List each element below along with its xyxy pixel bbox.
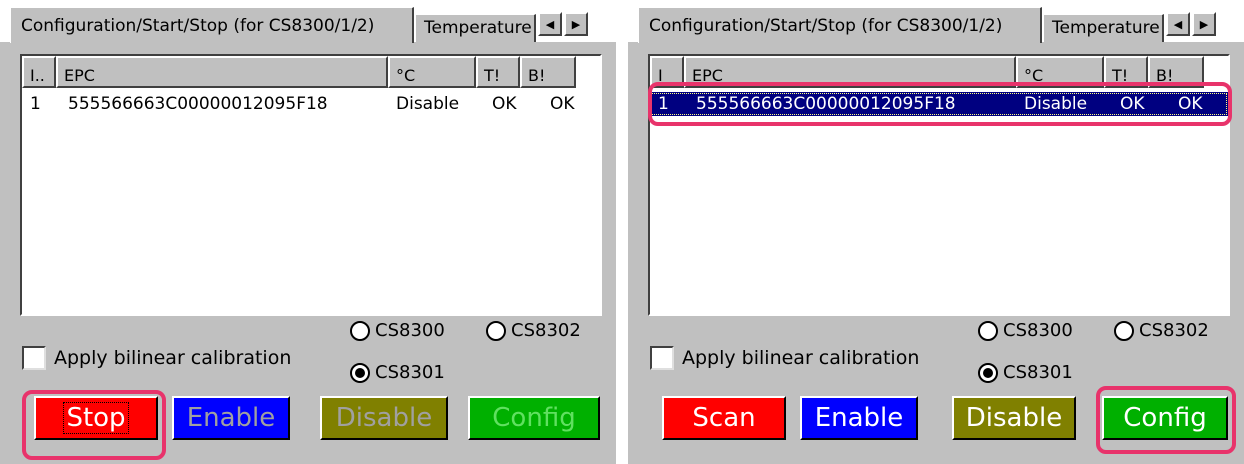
bilinear-calibration-checkbox[interactable]: Apply bilinear calibration bbox=[650, 346, 919, 370]
radio-label: CS8302 bbox=[511, 320, 581, 341]
row-epc: 555566663C00000012095F18 bbox=[696, 94, 956, 114]
tab-scroll-arrows: ◀ ▶ bbox=[1166, 12, 1216, 36]
row-t-status: OK bbox=[492, 94, 517, 114]
radio-label: CS8300 bbox=[375, 320, 445, 341]
row-index: 1 bbox=[30, 94, 41, 114]
checkbox-label: Apply bilinear calibration bbox=[682, 347, 920, 369]
radio-cs8301[interactable]: CS8301 bbox=[978, 362, 1073, 383]
radio-cs8302[interactable]: CS8302 bbox=[1114, 320, 1209, 341]
list-header: I EPC °C T! B! bbox=[650, 56, 1228, 88]
radio-label: CS8300 bbox=[1003, 320, 1073, 341]
tab-scroll-arrows: ◀ ▶ bbox=[538, 12, 588, 36]
tab-scroll-left-icon[interactable]: ◀ bbox=[538, 12, 562, 36]
row-temperature: Disable bbox=[1024, 94, 1088, 114]
right-panel: Configuration/Start/Stop (for CS8300/1/2… bbox=[628, 0, 1244, 464]
tag-list[interactable]: I EPC °C T! B! 1 555566663C00000012095F1… bbox=[648, 54, 1230, 316]
disable-button[interactable]: Disable bbox=[952, 396, 1076, 440]
tab-scroll-right-icon[interactable]: ▶ bbox=[1192, 12, 1216, 36]
left-panel: Configuration/Start/Stop (for CS8300/1/2… bbox=[0, 0, 616, 464]
disable-button[interactable]: Disable bbox=[320, 396, 448, 440]
radio-circle-icon bbox=[350, 320, 370, 341]
tab-scroll-right-icon[interactable]: ▶ bbox=[564, 12, 588, 36]
row-index: 1 bbox=[658, 94, 669, 114]
list-item-selected[interactable]: 1 555566663C00000012095F18 Disable OK OK bbox=[650, 92, 1228, 116]
tab-scroll-left-icon[interactable]: ◀ bbox=[1166, 12, 1190, 36]
checkbox-box-icon bbox=[650, 346, 674, 370]
stop-button[interactable]: Stop bbox=[34, 396, 158, 440]
list-header: I.. EPC °C T! B! bbox=[22, 56, 600, 88]
radio-circle-icon bbox=[1114, 320, 1134, 341]
config-button[interactable]: Config bbox=[1102, 396, 1228, 440]
radio-label: CS8301 bbox=[375, 362, 445, 383]
enable-button[interactable]: Enable bbox=[172, 396, 290, 440]
bilinear-calibration-checkbox[interactable]: Apply bilinear calibration bbox=[22, 346, 291, 370]
row-temperature: Disable bbox=[396, 94, 460, 114]
radio-label: CS8302 bbox=[1139, 320, 1209, 341]
column-header-temperature[interactable]: °C bbox=[388, 56, 476, 88]
radio-circle-icon bbox=[486, 320, 506, 341]
column-header-epc[interactable]: EPC bbox=[684, 56, 1016, 88]
column-header-temperature[interactable]: °C bbox=[1016, 56, 1104, 88]
list-item[interactable]: 1 555566663C00000012095F18 Disable OK OK bbox=[22, 92, 600, 116]
column-header-index[interactable]: I bbox=[650, 56, 684, 88]
tab-temperature[interactable]: Temperature bbox=[416, 14, 536, 42]
radio-cs8302[interactable]: CS8302 bbox=[486, 320, 581, 341]
column-header-t[interactable]: T! bbox=[476, 56, 520, 88]
radio-circle-icon bbox=[978, 320, 998, 341]
radio-checked-icon bbox=[978, 362, 998, 383]
radio-cs8300[interactable]: CS8300 bbox=[350, 320, 445, 341]
row-epc: 555566663C00000012095F18 bbox=[68, 94, 328, 114]
row-b-status: OK bbox=[1178, 94, 1203, 114]
config-button[interactable]: Config bbox=[468, 396, 600, 440]
column-header-index[interactable]: I.. bbox=[22, 56, 56, 88]
tab-temperature[interactable]: Temperature bbox=[1044, 14, 1164, 42]
tag-list[interactable]: I.. EPC °C T! B! 1 555566663C00000012095… bbox=[20, 54, 602, 316]
checkbox-label: Apply bilinear calibration bbox=[54, 347, 292, 369]
column-header-b[interactable]: B! bbox=[1148, 56, 1204, 88]
column-header-b[interactable]: B! bbox=[520, 56, 576, 88]
row-b-status: OK bbox=[550, 94, 575, 114]
checkbox-box-icon bbox=[22, 346, 46, 370]
enable-button[interactable]: Enable bbox=[800, 396, 918, 440]
tab-configuration[interactable]: Configuration/Start/Stop (for CS8300/1/2… bbox=[10, 7, 414, 43]
tab-configuration[interactable]: Configuration/Start/Stop (for CS8300/1/2… bbox=[638, 7, 1042, 43]
radio-checked-icon bbox=[350, 362, 370, 383]
column-header-epc[interactable]: EPC bbox=[56, 56, 388, 88]
column-header-t[interactable]: T! bbox=[1104, 56, 1148, 88]
radio-label: CS8301 bbox=[1003, 362, 1073, 383]
scan-button[interactable]: Scan bbox=[662, 396, 786, 440]
radio-cs8300[interactable]: CS8300 bbox=[978, 320, 1073, 341]
radio-cs8301[interactable]: CS8301 bbox=[350, 362, 445, 383]
row-t-status: OK bbox=[1120, 94, 1145, 114]
